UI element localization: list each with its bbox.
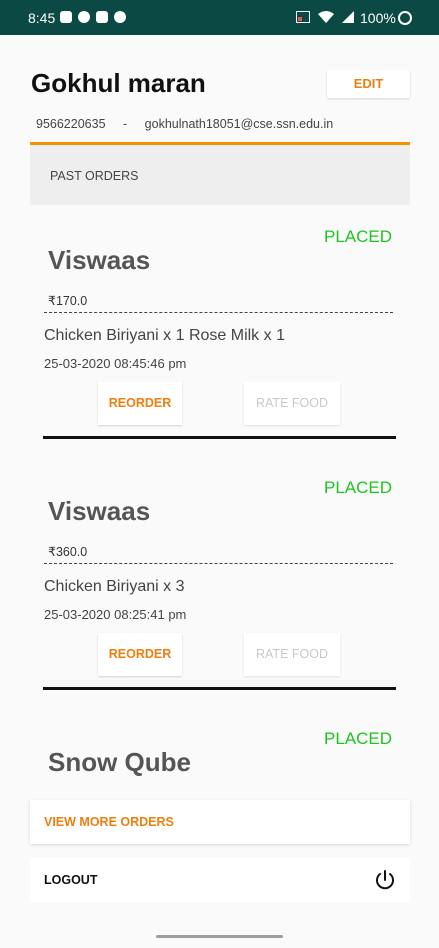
rate-food-button[interactable]: RATE FOOD [244, 633, 340, 676]
phone-number: 9566220635 [36, 117, 106, 131]
wifi-icon [318, 11, 334, 23]
profile-name: Gokhul maran [31, 68, 206, 98]
reorder-button[interactable]: REORDER [98, 633, 182, 676]
reorder-button[interactable]: REORDER [98, 382, 182, 425]
order-datetime: 25-03-2020 08:25:41 pm [44, 607, 187, 622]
dotted-divider [44, 563, 393, 564]
restaurant-name: Snow Qube [48, 747, 191, 777]
battery-icon [398, 11, 412, 25]
view-more-orders-label: VIEW MORE ORDERS [44, 815, 174, 829]
rate-food-button[interactable]: RATE FOOD [244, 382, 340, 425]
dotted-divider [44, 312, 393, 313]
past-orders-title: PAST ORDERS [50, 169, 139, 183]
battery-text: 100% [360, 10, 396, 26]
order-price: ₹170.0 [48, 294, 88, 308]
order-card: PLACED Viswaas ₹170.0 Chicken Biriyani x… [30, 227, 410, 442]
restaurant-name: Viswaas [48, 496, 151, 526]
notification-icons [60, 11, 126, 23]
order-status: PLACED [324, 478, 393, 497]
status-time: 8:45 [28, 10, 56, 26]
power-icon[interactable] [374, 869, 396, 891]
system-icons [296, 11, 354, 23]
record-icon [114, 11, 126, 23]
order-card: PLACED Viswaas ₹360.0 Chicken Biriyani x… [30, 478, 410, 693]
order-price: ₹360.0 [48, 545, 88, 559]
whatsapp-icon [78, 11, 90, 23]
restaurant-name: Viswaas [48, 245, 151, 275]
cast-icon [296, 11, 310, 23]
email: gokhulnath18051@cse.ssn.edu.in [144, 117, 334, 131]
past-orders-header: PAST ORDERS [30, 145, 410, 205]
navigation-handle[interactable] [156, 935, 283, 938]
status-bar: 8:45 100% [0, 0, 439, 35]
edit-button[interactable]: EDIT [327, 70, 410, 98]
gallery-icon [96, 11, 108, 23]
contact-line: 9566220635 - gokhulnath18051@cse.ssn.edu… [36, 117, 333, 131]
message-icon [60, 11, 72, 23]
contact-separator: - [123, 117, 128, 131]
order-card: PLACED Snow Qube [30, 729, 410, 789]
logout-label: LOGOUT [44, 873, 98, 887]
order-status: PLACED [324, 227, 393, 246]
order-items: Chicken Biriyani x 3 [44, 578, 185, 595]
order-status: PLACED [324, 729, 393, 748]
logout-row[interactable]: LOGOUT [30, 858, 410, 902]
order-items: Chicken Biriyani x 1 Rose Milk x 1 [44, 327, 285, 344]
order-separator [43, 687, 396, 690]
order-separator [43, 436, 396, 439]
order-datetime: 25-03-2020 08:45:46 pm [44, 356, 187, 371]
signal-icon [342, 11, 354, 23]
view-more-orders-button[interactable]: VIEW MORE ORDERS [30, 800, 410, 844]
